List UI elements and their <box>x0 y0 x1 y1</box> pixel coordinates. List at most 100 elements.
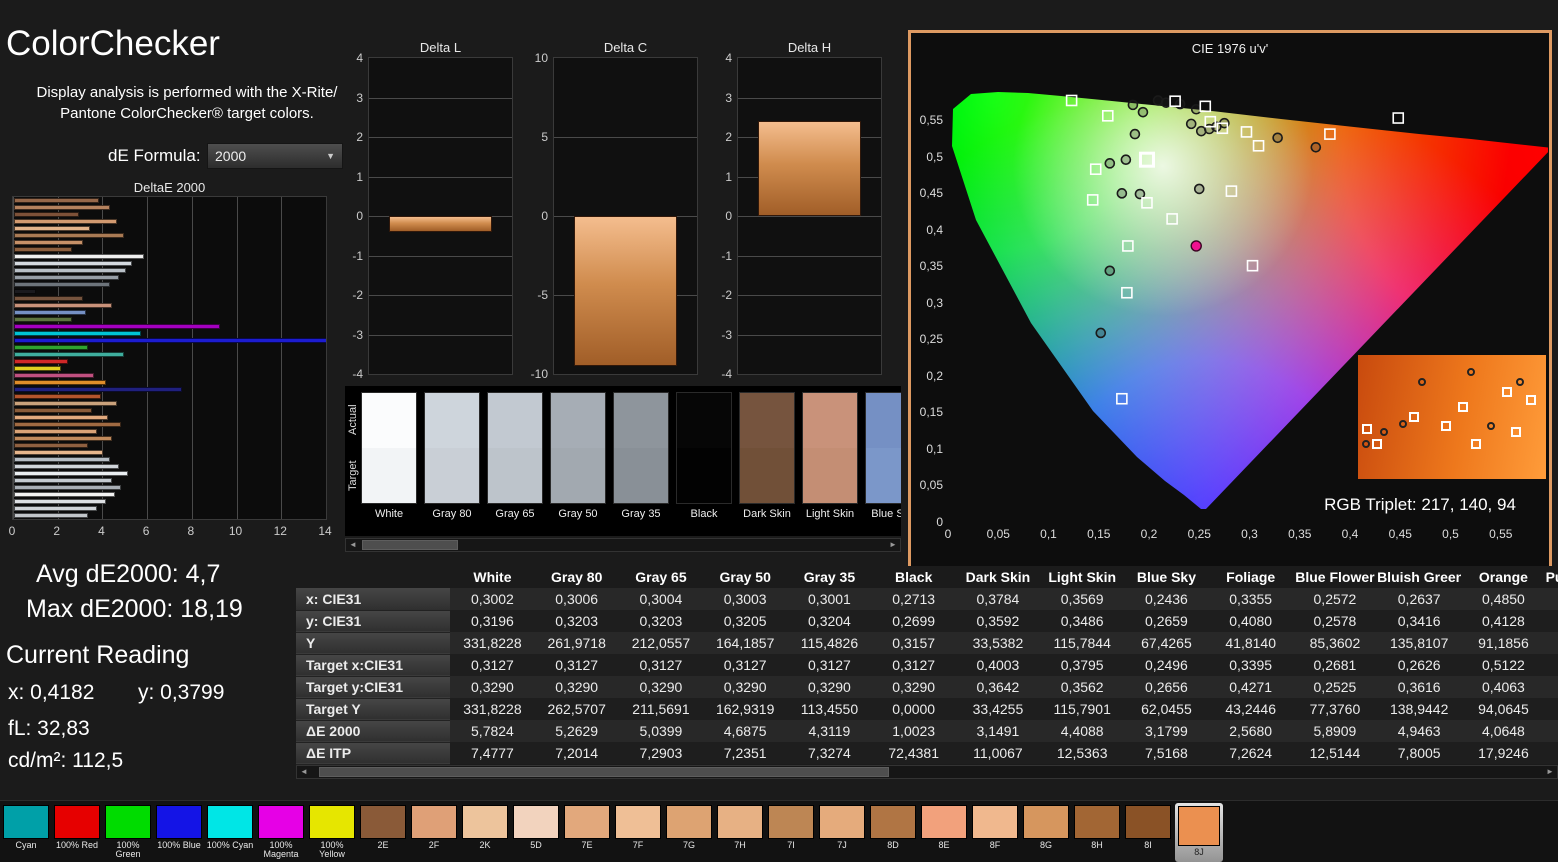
toolbar-swatch[interactable]: 2E <box>359 805 407 862</box>
patch-strip-scrollbar[interactable]: ◄ ► <box>345 538 901 552</box>
patch-label: White <box>361 508 417 520</box>
inset-measured-point <box>1362 440 1370 448</box>
color-swatch <box>717 805 763 839</box>
cie-x-tick-label: 0,3 <box>1233 527 1267 541</box>
inset-measured-point <box>1380 428 1388 436</box>
bottom-toolbar: Cyan100% Red100% Green100% Blue100% Cyan… <box>0 800 1558 862</box>
table-cell: 43,2446 <box>1209 698 1293 720</box>
cie-x-tick-label: 0,35 <box>1283 527 1317 541</box>
toolbar-swatch[interactable]: 8H <box>1073 805 1121 862</box>
swatch-label: 2K <box>461 841 509 850</box>
delta-h-chart: 43210-1-2-3-4 <box>737 57 882 375</box>
table-cell: 16,0413 <box>1546 742 1558 764</box>
toolbar-swatch[interactable]: 100% Yellow <box>308 805 356 862</box>
table-cell: 39,0251 <box>1546 698 1558 720</box>
cie-y-tick-label: 0,25 <box>913 332 943 346</box>
table-cell: 7,8005 <box>1377 742 1461 764</box>
toolbar-swatch[interactable]: 8I <box>1124 805 1172 862</box>
scrollbar-thumb[interactable] <box>362 540 458 550</box>
gridline <box>369 98 512 99</box>
toolbar-swatch[interactable]: 2K <box>461 805 509 862</box>
swatch-label: 8F <box>971 841 1019 850</box>
scrollbar-track[interactable] <box>360 539 886 551</box>
deltae-bar <box>14 233 124 238</box>
toolbar-swatch[interactable]: 100% Cyan <box>206 805 254 862</box>
table-cell: 0,4850 <box>1461 588 1545 610</box>
column-header: Blue Sky <box>1124 566 1208 588</box>
de-formula-dropdown[interactable]: 2000 ▼ <box>207 143 343 169</box>
table-cell: 0,2124 <box>1546 588 1558 610</box>
toolbar-swatch[interactable]: 100% Magenta <box>257 805 305 862</box>
toolbar-swatch[interactable]: 7G <box>665 805 713 862</box>
column-header: Gray 80 <box>535 566 619 588</box>
scroll-left-icon[interactable]: ◄ <box>297 766 311 778</box>
toolbar-swatch[interactable]: 8G <box>1022 805 1070 862</box>
deltae-bar <box>14 317 72 322</box>
patch-actual-swatch <box>865 392 901 448</box>
gridline <box>369 295 512 296</box>
table-cell: 5,0399 <box>619 720 703 742</box>
patch-target-swatch <box>865 448 901 504</box>
scrollbar-track[interactable] <box>311 766 1543 778</box>
gridline <box>738 295 881 296</box>
table-corner <box>296 566 450 588</box>
toolbar-swatch[interactable]: 100% Green <box>104 805 152 862</box>
description-text: Display analysis is performed with the X… <box>24 82 350 124</box>
deltae-x-tick-label: 8 <box>181 524 201 538</box>
y-tick-label: 0 <box>520 209 548 223</box>
deltae-bar <box>14 205 110 210</box>
toolbar-swatch[interactable]: 8F <box>971 805 1019 862</box>
toolbar-swatch[interactable]: 7I <box>767 805 815 862</box>
toolbar-swatch[interactable]: 8J <box>1175 803 1223 862</box>
table-scrollbar[interactable]: ◄ ► <box>296 765 1558 779</box>
cie-target-point <box>1393 113 1403 123</box>
table-cell: 12,5144 <box>1293 742 1377 764</box>
patch-actual-swatch <box>676 392 732 448</box>
delta-h-title: Delta H <box>737 40 882 55</box>
column-header: Dark Skin <box>956 566 1040 588</box>
patch-target-swatch <box>613 448 669 504</box>
toolbar-swatch[interactable]: 7F <box>614 805 662 862</box>
gridline <box>369 335 512 336</box>
patch-label: Black <box>676 508 732 520</box>
toolbar-swatch[interactable]: 8D <box>869 805 917 862</box>
deltae-gridline <box>237 197 238 519</box>
toolbar-swatch[interactable]: Cyan <box>2 805 50 862</box>
deltae-gridline <box>326 197 327 519</box>
color-swatch <box>1178 806 1220 846</box>
swatch-label: 8J <box>1175 848 1223 857</box>
inset-target-point <box>1458 402 1468 412</box>
table-cell: 0,0000 <box>872 698 956 720</box>
current-cd-value: cd/m²: 112,5 <box>8 749 123 773</box>
cie-measured-point <box>1162 98 1171 107</box>
toolbar-swatch[interactable]: 7E <box>563 805 611 862</box>
scroll-right-icon[interactable]: ► <box>1543 766 1557 778</box>
de-formula-label: dE Formula: <box>108 146 201 166</box>
color-swatch <box>207 805 253 839</box>
inset-measured-point <box>1516 378 1524 386</box>
table-cell: 0,2086 <box>1546 610 1558 632</box>
table-cell: 72,4381 <box>872 742 956 764</box>
delta-bar <box>389 216 492 232</box>
toolbar-swatch[interactable]: 100% Red <box>53 805 101 862</box>
patch-column: Gray 50 <box>550 392 606 520</box>
toolbar-swatch[interactable]: 100% Blue <box>155 805 203 862</box>
table-cell: 0,2637 <box>1377 588 1461 610</box>
toolbar-swatch[interactable]: 5D <box>512 805 560 862</box>
table-cell: 0,3001 <box>787 588 871 610</box>
deltae-bar <box>14 212 79 217</box>
scroll-left-icon[interactable]: ◄ <box>346 539 360 551</box>
table-cell: 85,3602 <box>1293 632 1377 654</box>
inset-measured-point <box>1487 422 1495 430</box>
patch-column: White <box>361 392 417 520</box>
toolbar-swatch[interactable]: 7J <box>818 805 866 862</box>
table-cell: 0,3127 <box>703 654 787 676</box>
toolbar-swatch[interactable]: 8E <box>920 805 968 862</box>
patch-target-swatch <box>487 448 543 504</box>
scrollbar-thumb[interactable] <box>319 767 889 777</box>
scroll-right-icon[interactable]: ► <box>886 539 900 551</box>
table-row: Y331,8228261,9718212,0557164,1857115,482… <box>296 632 1558 654</box>
cie-x-tick-label: 0,25 <box>1182 527 1216 541</box>
toolbar-swatch[interactable]: 7H <box>716 805 764 862</box>
toolbar-swatch[interactable]: 2F <box>410 805 458 862</box>
